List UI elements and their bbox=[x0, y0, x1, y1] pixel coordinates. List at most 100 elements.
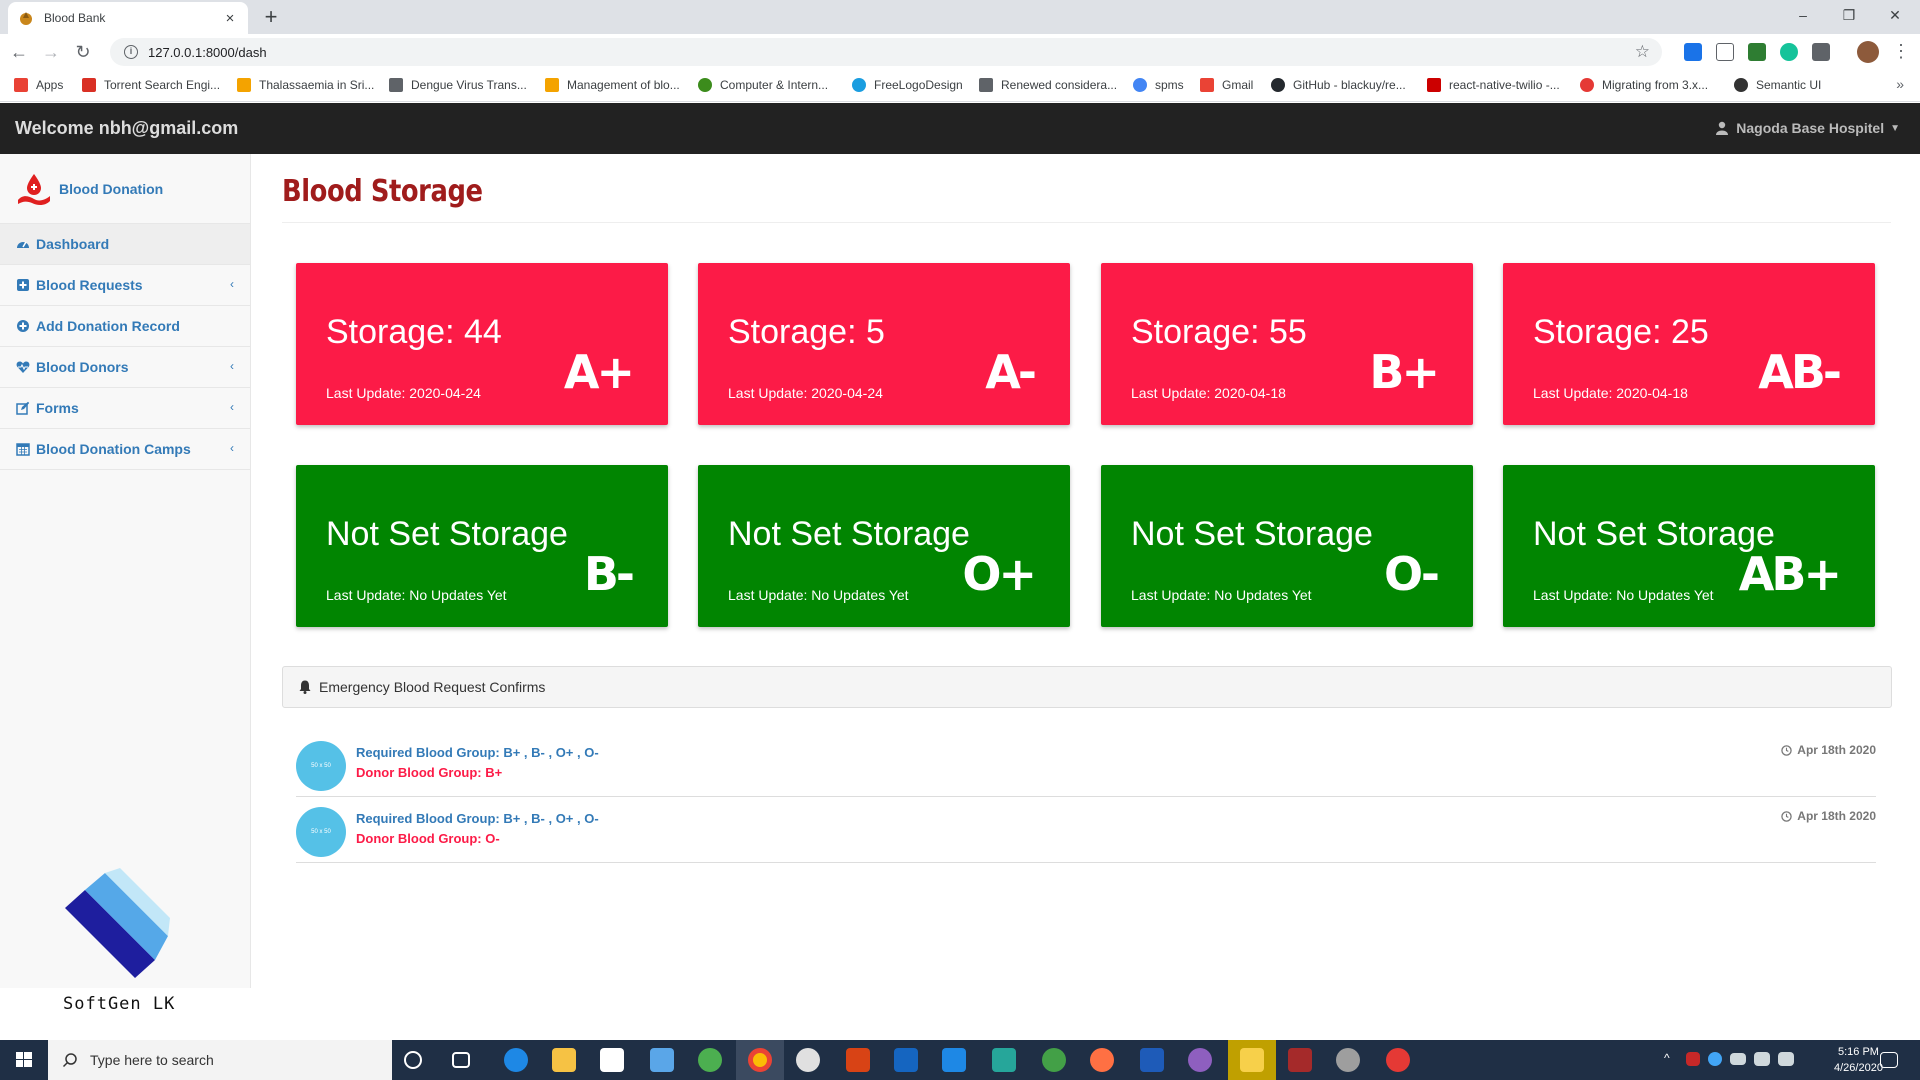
bookmark-item[interactable]: Renewed considera... bbox=[979, 78, 1117, 92]
bookmark-item[interactable]: Semantic UI bbox=[1734, 78, 1821, 92]
forward-icon[interactable]: → bbox=[38, 42, 64, 63]
list-item[interactable]: 50 x 50 Required Blood Group: B+ , B- , … bbox=[296, 797, 1876, 863]
storage-card-a-plus[interactable]: Storage: 44 Last Update: 2020-04-24 A+ bbox=[296, 263, 668, 425]
tab-close-icon[interactable]: × bbox=[222, 10, 238, 27]
bookmark-favicon-icon bbox=[389, 78, 403, 92]
taskbar-search-box[interactable]: Type here to search bbox=[48, 1040, 392, 1080]
window-restore-button[interactable]: ❐ bbox=[1826, 0, 1872, 30]
storage-card-o-minus[interactable]: Not Set Storage Last Update: No Updates … bbox=[1101, 465, 1473, 627]
sidebar-item-dashboard[interactable]: Dashboard bbox=[0, 224, 250, 265]
storage-card-o-plus[interactable]: Not Set Storage Last Update: No Updates … bbox=[698, 465, 1070, 627]
storage-card-ab-plus[interactable]: Not Set Storage Last Update: No Updates … bbox=[1503, 465, 1875, 627]
bookmark-item[interactable]: FreeLogoDesign bbox=[852, 78, 963, 92]
sidebar-item-blood-requests[interactable]: Blood Requests ‹ bbox=[0, 265, 250, 306]
profile-avatar[interactable] bbox=[1857, 41, 1879, 63]
sidebar: Blood Donation Dashboard Blood Requests … bbox=[0, 154, 251, 988]
bookmark-item[interactable]: Torrent Search Engi... bbox=[82, 78, 220, 92]
extension-icon[interactable] bbox=[1716, 43, 1734, 61]
volume-icon[interactable] bbox=[1778, 1052, 1794, 1066]
last-update: Last Update: No Updates Yet bbox=[1533, 587, 1714, 603]
storage-card-b-minus[interactable]: Not Set Storage Last Update: No Updates … bbox=[296, 465, 668, 627]
notifications-icon[interactable] bbox=[1880, 1052, 1898, 1068]
chrome-icon[interactable] bbox=[748, 1048, 772, 1072]
gmail-icon bbox=[1200, 78, 1214, 92]
bookmark-star-icon[interactable]: ☆ bbox=[1635, 42, 1650, 62]
app-icon[interactable] bbox=[796, 1048, 820, 1072]
app-icon[interactable] bbox=[992, 1048, 1016, 1072]
media-icon[interactable] bbox=[846, 1048, 870, 1072]
bookmark-item[interactable]: Thalassaemia in Sri... bbox=[237, 78, 374, 92]
blood-group-label: A+ bbox=[563, 345, 635, 399]
url-text[interactable]: 127.0.0.1:8000/dash bbox=[148, 45, 267, 60]
paint-icon[interactable] bbox=[1336, 1048, 1360, 1072]
avatar: 50 x 50 bbox=[296, 741, 346, 791]
windows-start-icon[interactable] bbox=[0, 1040, 48, 1080]
extension-icon[interactable] bbox=[1684, 43, 1702, 61]
battery-icon[interactable] bbox=[1730, 1053, 1746, 1065]
bookmark-item[interactable]: Computer & Intern... bbox=[698, 78, 828, 92]
bookmark-item[interactable]: GitHub - blackuy/re... bbox=[1271, 78, 1406, 92]
storage-amount: Storage: 25 bbox=[1533, 313, 1709, 351]
browser-menu-icon[interactable]: ⋮ bbox=[1892, 41, 1910, 62]
mail-icon[interactable] bbox=[650, 1048, 674, 1072]
bookmark-item[interactable]: Management of blo... bbox=[545, 78, 680, 92]
bookmark-item[interactable]: spms bbox=[1133, 78, 1184, 92]
network-icon[interactable] bbox=[1754, 1052, 1770, 1066]
postman-icon[interactable] bbox=[1090, 1048, 1114, 1072]
word-icon[interactable] bbox=[1140, 1048, 1164, 1072]
opera-icon[interactable] bbox=[1386, 1048, 1410, 1072]
bookmark-favicon-icon bbox=[1427, 78, 1441, 92]
required-blood-group: Required Blood Group: B+ , B- , O+ , O- bbox=[356, 745, 599, 760]
storage-card-b-plus[interactable]: Storage: 55 Last Update: 2020-04-18 B+ bbox=[1101, 263, 1473, 425]
bookmark-item[interactable]: Dengue Virus Trans... bbox=[389, 78, 527, 92]
sidebar-item-forms[interactable]: Forms ‹ bbox=[0, 388, 250, 429]
address-bar[interactable]: i 127.0.0.1:8000/dash ☆ bbox=[110, 38, 1662, 66]
cortana-icon[interactable] bbox=[404, 1051, 422, 1069]
blood-group-label: A- bbox=[985, 345, 1037, 399]
tray-icon[interactable] bbox=[1686, 1052, 1700, 1066]
bookmark-item[interactable]: react-native-twilio -... bbox=[1427, 78, 1560, 92]
grammarly-icon[interactable] bbox=[1780, 43, 1798, 61]
storage-card-ab-minus[interactable]: Storage: 25 Last Update: 2020-04-18 AB- bbox=[1503, 263, 1875, 425]
last-update: Last Update: No Updates Yet bbox=[326, 587, 507, 603]
powershell-icon[interactable] bbox=[894, 1048, 918, 1072]
edge-icon[interactable] bbox=[504, 1048, 528, 1072]
brand-link[interactable]: Blood Donation bbox=[0, 154, 250, 224]
taskbar-clock[interactable]: 5:16 PM 4/26/2020 bbox=[1834, 1044, 1883, 1076]
winrar-icon[interactable] bbox=[1288, 1048, 1312, 1072]
new-tab-button[interactable]: + bbox=[258, 4, 284, 30]
app-icon[interactable] bbox=[1188, 1048, 1212, 1072]
bookmark-item[interactable]: Apps bbox=[14, 78, 63, 92]
window-close-button[interactable]: ✕ bbox=[1872, 0, 1918, 30]
blood-group-label: O- bbox=[1383, 547, 1440, 601]
sidebar-item-blood-donation-camps[interactable]: Blood Donation Camps ‹ bbox=[0, 429, 250, 470]
tray-chevron-icon[interactable]: ^ bbox=[1664, 1051, 1670, 1065]
extension-icon[interactable] bbox=[1748, 43, 1766, 61]
more-bookmarks-icon[interactable]: » bbox=[1896, 76, 1904, 92]
sidebar-item-add-donation-record[interactable]: Add Donation Record bbox=[0, 306, 250, 347]
user-dropdown[interactable]: Nagoda Base Hospitel ▼ bbox=[1716, 120, 1900, 136]
list-item[interactable]: 50 x 50 Required Blood Group: B+ , B- , … bbox=[296, 731, 1876, 797]
app-icon[interactable] bbox=[1240, 1048, 1264, 1072]
company-name: SoftGen LK bbox=[63, 994, 176, 1014]
extension-icon[interactable] bbox=[1812, 43, 1830, 61]
vscode-icon[interactable] bbox=[942, 1048, 966, 1072]
bookmark-item[interactable]: Gmail bbox=[1200, 78, 1253, 92]
browser-tab[interactable]: Blood Bank × bbox=[8, 2, 248, 34]
bookmark-favicon-icon bbox=[1580, 78, 1594, 92]
site-info-icon[interactable]: i bbox=[124, 45, 138, 59]
chevron-left-icon: ‹ bbox=[230, 277, 234, 291]
sidebar-item-blood-donors[interactable]: Blood Donors ‹ bbox=[0, 347, 250, 388]
storage-card-a-minus[interactable]: Storage: 5 Last Update: 2020-04-24 A- bbox=[698, 263, 1070, 425]
window-minimize-button[interactable]: – bbox=[1780, 0, 1826, 30]
reload-icon[interactable]: ↻ bbox=[70, 42, 96, 63]
mongodb-icon[interactable] bbox=[1042, 1048, 1066, 1072]
store-icon[interactable] bbox=[600, 1048, 624, 1072]
tray-icon[interactable] bbox=[1708, 1052, 1722, 1066]
back-icon[interactable]: ← bbox=[6, 42, 32, 63]
app-icon[interactable] bbox=[698, 1048, 722, 1072]
file-explorer-icon[interactable] bbox=[552, 1048, 576, 1072]
task-view-icon[interactable] bbox=[452, 1052, 470, 1068]
clock-icon bbox=[1781, 744, 1793, 756]
bookmark-item[interactable]: Migrating from 3.x... bbox=[1580, 78, 1708, 92]
